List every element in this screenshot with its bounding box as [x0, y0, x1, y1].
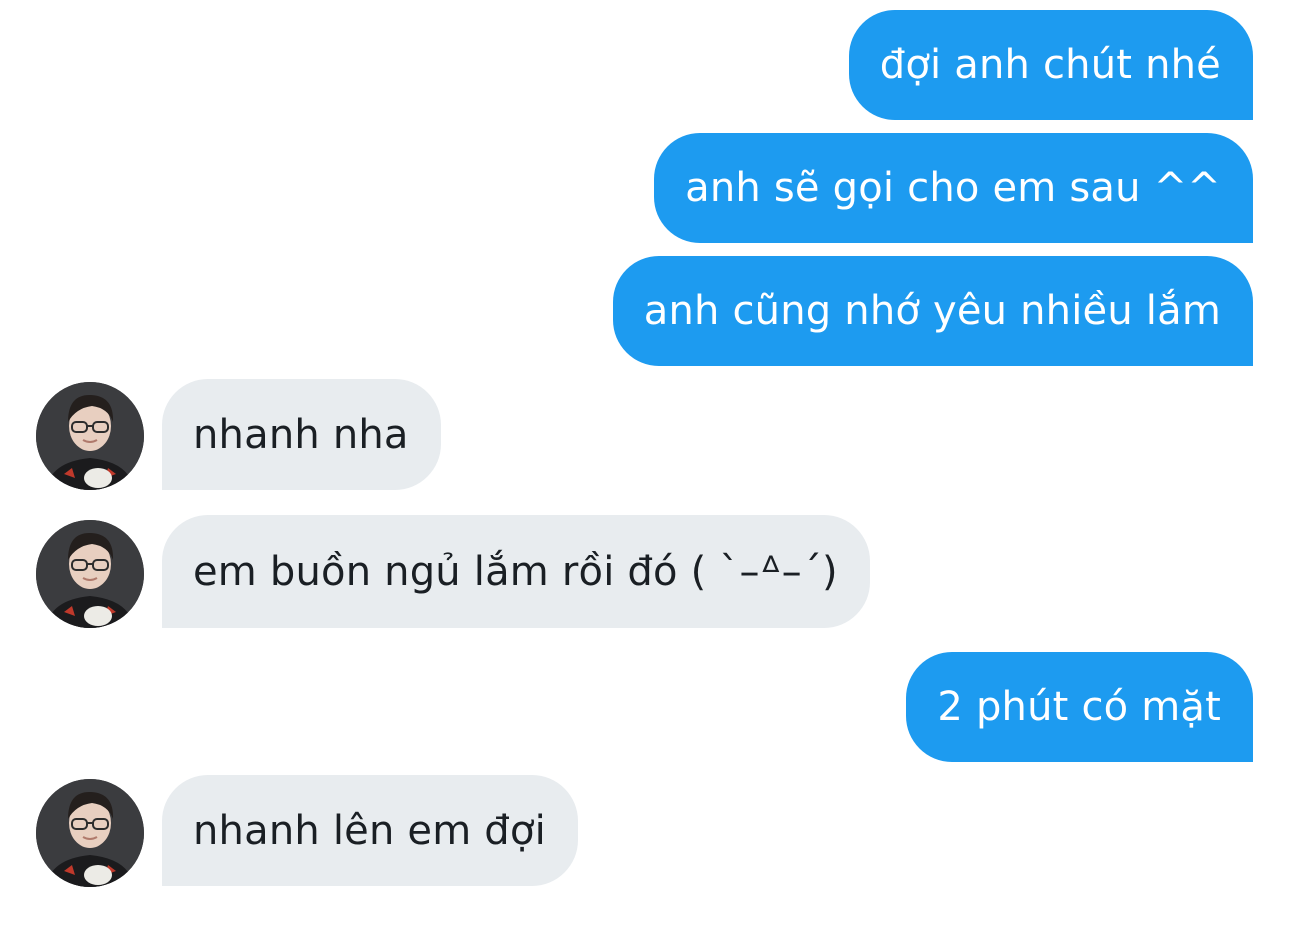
- profile-photo-icon: [36, 382, 144, 490]
- message-bubble-received[interactable]: em buồn ngủ lắm rồi đó ( `–ᐞ–´): [162, 515, 870, 628]
- dm-conversation: { "conversation": { "messages": [ {"dire…: [0, 0, 1290, 933]
- message-text: 2 phút có mặt: [937, 684, 1221, 730]
- message-text: anh cũng nhớ yêu nhiều lắm: [643, 288, 1221, 334]
- message-bubble-received[interactable]: nhanh lên em đợi: [162, 775, 578, 886]
- profile-photo-icon: [36, 779, 144, 887]
- avatar[interactable]: [36, 779, 144, 887]
- message-bubble-sent[interactable]: 2 phút có mặt: [906, 652, 1253, 762]
- message-text: anh sẽ gọi cho em sau ^^: [685, 165, 1221, 211]
- message-text: nhanh nha: [193, 411, 409, 458]
- profile-photo-icon: [36, 520, 144, 628]
- avatar[interactable]: [36, 520, 144, 628]
- message-bubble-received[interactable]: nhanh nha: [162, 379, 441, 490]
- message-bubble-sent[interactable]: đợi anh chút nhé: [848, 10, 1253, 120]
- message-bubble-sent[interactable]: anh cũng nhớ yêu nhiều lắm: [612, 256, 1253, 366]
- message-text: em buồn ngủ lắm rồi đó ( `–ᐞ–´): [193, 548, 838, 595]
- avatar[interactable]: [36, 382, 144, 490]
- message-text: đợi anh chút nhé: [879, 42, 1221, 88]
- message-bubble-sent[interactable]: anh sẽ gọi cho em sau ^^: [654, 133, 1253, 243]
- message-text: nhanh lên em đợi: [193, 807, 546, 854]
